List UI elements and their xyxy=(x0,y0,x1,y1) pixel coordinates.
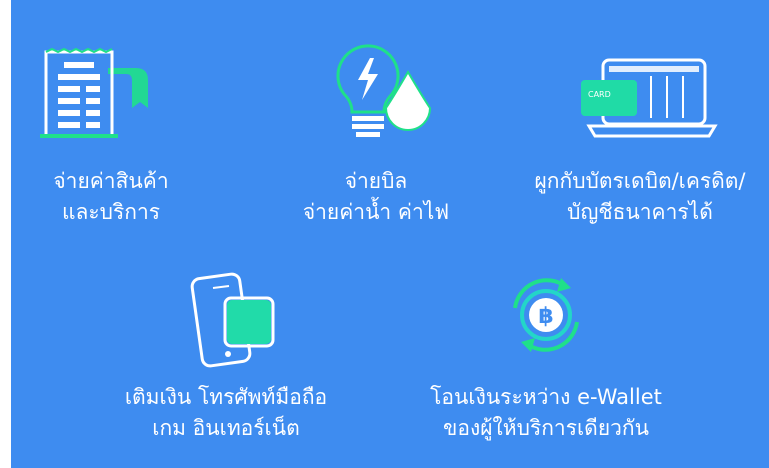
feature-label-line1: โอนเงินระหว่าง e-Wallet xyxy=(430,385,662,409)
feature-label-line1: เติมเงิน โทรศัพท์มือถือ xyxy=(124,385,328,409)
feature-label-line2: เกม อินเทอร์เน็ต xyxy=(152,416,300,440)
feature-ewallet-transfer[interactable]: ฿ โอนเงินระหว่าง e-Wallet ของผู้ให้บริกา… xyxy=(411,240,681,468)
phone-topup-icon xyxy=(189,270,279,370)
card-laptop-icon: CARD xyxy=(581,56,721,140)
feature-topup[interactable]: เติมเงิน โทรศัพท์มือถือ เกม อินเทอร์เน็ต xyxy=(91,240,361,468)
svg-text:฿: ฿ xyxy=(538,304,553,329)
feature-label: จ่ายบิล จ่ายค่าน้ำ ค่าไฟ xyxy=(271,166,481,228)
feature-label-line2: บัญชีธนาคารได้ xyxy=(567,200,713,224)
feature-link-card[interactable]: CARD ผูกกับบัตรเดบิต/เครดิต/ บัญชีธนาคาร… xyxy=(511,0,769,240)
feature-label-line2: และบริการ xyxy=(61,200,161,224)
feature-label: โอนเงินระหว่าง e-Wallet ของผู้ให้บริการเ… xyxy=(416,382,676,444)
feature-label-line1: จ่ายค่าสินค้า xyxy=(53,169,169,193)
receipt-icon xyxy=(40,47,150,140)
feature-pay-goods[interactable]: จ่ายค่าสินค้า และบริการ xyxy=(11,0,261,240)
feature-pay-bills[interactable]: จ่ายบิล จ่ายค่าน้ำ ค่าไฟ xyxy=(261,0,511,240)
feature-label: ผูกกับบัตรเดบิต/เครดิต/ บัญชีธนาคารได้ xyxy=(513,166,767,228)
feature-label: จ่ายค่าสินค้า และบริการ xyxy=(30,166,192,228)
baht-transfer-icon: ฿ xyxy=(501,270,591,360)
bulb-water-drop-icon xyxy=(332,42,442,142)
screen: จ่ายค่าสินค้า และบริการ จ่ายบิล จ่ายค่าน… xyxy=(0,0,769,468)
card-text: CARD xyxy=(588,90,611,99)
features-panel: จ่ายค่าสินค้า และบริการ จ่ายบิล จ่ายค่าน… xyxy=(11,0,769,468)
feature-label-line2: ของผู้ให้บริการเดียวกัน xyxy=(442,416,649,440)
feature-label: เติมเงิน โทรศัพท์มือถือ เกม อินเทอร์เน็ต xyxy=(101,382,351,444)
feature-label-line2: จ่ายค่าน้ำ ค่าไฟ xyxy=(302,200,450,224)
feature-label-line1: จ่ายบิล xyxy=(344,169,408,193)
feature-label-line1: ผูกกับบัตรเดบิต/เครดิต/ xyxy=(534,169,746,193)
